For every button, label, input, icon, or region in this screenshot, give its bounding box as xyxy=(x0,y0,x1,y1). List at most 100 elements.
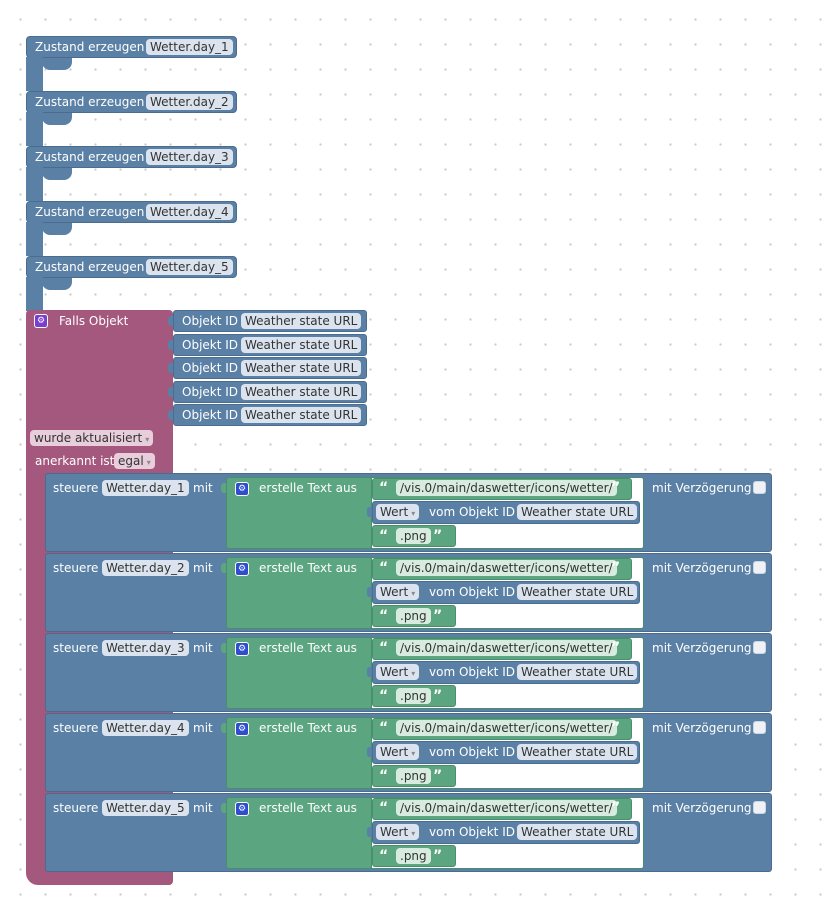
delay-checkbox[interactable] xyxy=(753,641,766,654)
gear-icon[interactable]: ⚙ xyxy=(235,562,249,576)
path-text-field[interactable]: /vis.0/main/daswetter/icons/wetter/ xyxy=(396,480,617,496)
quote-open-icon: “ xyxy=(379,528,389,544)
suffix-text-field[interactable]: .png xyxy=(396,768,431,784)
state-name-field[interactable]: Wetter.day_3 xyxy=(146,149,233,165)
control-state-field[interactable]: Wetter.day_5 xyxy=(102,800,189,816)
block-notch xyxy=(42,113,72,125)
condition-dropdown[interactable]: wurde aktualisiert ▾ xyxy=(30,430,154,446)
delay-checkbox[interactable] xyxy=(753,801,766,814)
text-join-label: erstelle Text aus xyxy=(259,641,357,655)
value-connector xyxy=(367,507,372,517)
value-dropdown[interactable]: Wert ▾ xyxy=(376,664,420,680)
quote-close-icon: ” xyxy=(611,800,621,816)
quote-close-icon: ” xyxy=(611,480,621,496)
block-stem xyxy=(26,222,43,256)
object-id-field[interactable]: Weather state URL xyxy=(241,336,362,353)
quote-open-icon: “ xyxy=(379,608,389,624)
state-name-field[interactable]: Wetter.day_2 xyxy=(146,94,233,110)
from-object-label: vom Objekt ID xyxy=(429,585,515,599)
value-dropdown[interactable]: Wert ▾ xyxy=(376,584,420,600)
text-join-label: erstelle Text aus xyxy=(259,801,357,815)
value-dropdown-label: Wert xyxy=(380,745,409,759)
object-id-field[interactable]: Weather state URL xyxy=(517,824,638,840)
delay-checkbox[interactable] xyxy=(753,561,766,574)
value-connector xyxy=(221,643,226,653)
value-connector xyxy=(221,563,226,573)
chevron-down-icon: ▾ xyxy=(411,749,416,758)
gear-icon[interactable]: ⚙ xyxy=(235,482,249,496)
value-dropdown[interactable]: Wert ▾ xyxy=(376,504,420,520)
value-connector xyxy=(168,316,173,326)
quote-close-icon: ” xyxy=(433,528,443,544)
gear-icon[interactable]: ⚙ xyxy=(235,802,249,816)
create-state-label: Zustand erzeugen xyxy=(35,40,145,54)
block-notch xyxy=(42,168,72,180)
value-connector xyxy=(367,747,372,757)
object-id-label: Objekt ID xyxy=(182,314,239,328)
create-state-label: Zustand erzeugen xyxy=(35,205,145,219)
object-id-field[interactable]: Weather state URL xyxy=(517,504,638,520)
delay-label: mit Verzögerung xyxy=(652,801,752,815)
object-id-field[interactable]: Weather state URL xyxy=(241,313,362,329)
value-connector xyxy=(221,723,226,733)
value-connector xyxy=(168,339,173,350)
value-connector xyxy=(168,363,173,373)
quote-open-icon: “ xyxy=(379,640,389,656)
value-connector xyxy=(367,827,372,837)
control-state-field[interactable]: Wetter.day_1 xyxy=(102,480,189,496)
gear-icon[interactable]: ⚙ xyxy=(235,722,249,736)
value-dropdown[interactable]: Wert ▾ xyxy=(376,744,420,760)
value-connector xyxy=(168,410,173,420)
create-state-label: Zustand erzeugen xyxy=(35,150,145,164)
value-dropdown-label: Wert xyxy=(380,825,409,839)
chevron-down-icon: ▾ xyxy=(411,829,416,838)
ack-dropdown[interactable]: egal ▾ xyxy=(114,453,155,469)
object-id-field[interactable]: Weather state URL xyxy=(241,407,362,423)
object-id-field[interactable]: Weather state URL xyxy=(517,664,638,680)
path-text-field[interactable]: /vis.0/main/daswetter/icons/wetter/ xyxy=(396,560,617,576)
control-label: steuere xyxy=(53,481,99,495)
create-state-label: Zustand erzeugen xyxy=(35,260,145,274)
suffix-text-field[interactable]: .png xyxy=(396,688,431,704)
path-text-field[interactable]: /vis.0/main/daswetter/icons/wetter/ xyxy=(396,720,617,736)
delay-checkbox[interactable] xyxy=(753,481,766,494)
object-id-field[interactable]: Weather state URL xyxy=(517,584,638,600)
create-state-label: Zustand erzeugen xyxy=(35,95,145,109)
suffix-text-field[interactable]: .png xyxy=(396,848,431,864)
block-stem xyxy=(26,167,43,201)
state-name-field[interactable]: Wetter.day_5 xyxy=(146,259,233,275)
suffix-text-field[interactable]: .png xyxy=(396,608,431,624)
object-id-field[interactable]: Weather state URL xyxy=(241,383,362,400)
object-id-field[interactable]: Weather state URL xyxy=(241,360,362,376)
with-label: mit xyxy=(193,481,213,495)
quote-open-icon: “ xyxy=(379,768,389,784)
path-text-field[interactable]: /vis.0/main/daswetter/icons/wetter/ xyxy=(396,800,617,816)
gear-icon[interactable]: ⚙ xyxy=(235,642,249,656)
delay-checkbox[interactable] xyxy=(753,721,766,734)
object-id-label: Objekt ID xyxy=(182,384,239,399)
quote-open-icon: “ xyxy=(379,480,389,496)
suffix-text-field[interactable]: .png xyxy=(396,528,431,544)
control-state-field[interactable]: Wetter.day_2 xyxy=(102,560,189,576)
control-state-field[interactable]: Wetter.day_3 xyxy=(102,640,189,656)
value-connector xyxy=(168,386,173,397)
ack-label: anerkannt ist xyxy=(35,454,115,468)
path-text-field[interactable]: /vis.0/main/daswetter/icons/wetter/ xyxy=(396,640,617,656)
block-notch xyxy=(42,58,72,70)
condition-value: wurde aktualisiert xyxy=(34,431,143,445)
from-object-label: vom Objekt ID xyxy=(429,825,515,839)
object-id-field[interactable]: Weather state URL xyxy=(517,744,638,760)
state-name-field[interactable]: Wetter.day_4 xyxy=(146,204,233,220)
quote-close-icon: ” xyxy=(433,608,443,624)
value-dropdown[interactable]: Wert ▾ xyxy=(376,824,420,840)
chevron-down-icon: ▾ xyxy=(146,458,151,467)
from-object-label: vom Objekt ID xyxy=(429,745,515,759)
control-state-field[interactable]: Wetter.day_4 xyxy=(102,720,189,736)
block-notch xyxy=(42,223,72,235)
block-notch xyxy=(42,278,72,290)
control-label: steuere xyxy=(53,641,99,655)
chevron-down-icon: ▾ xyxy=(411,509,416,518)
delay-label: mit Verzögerung xyxy=(652,481,752,495)
gear-icon[interactable]: ⚙ xyxy=(34,314,48,328)
state-name-field[interactable]: Wetter.day_1 xyxy=(146,39,233,55)
